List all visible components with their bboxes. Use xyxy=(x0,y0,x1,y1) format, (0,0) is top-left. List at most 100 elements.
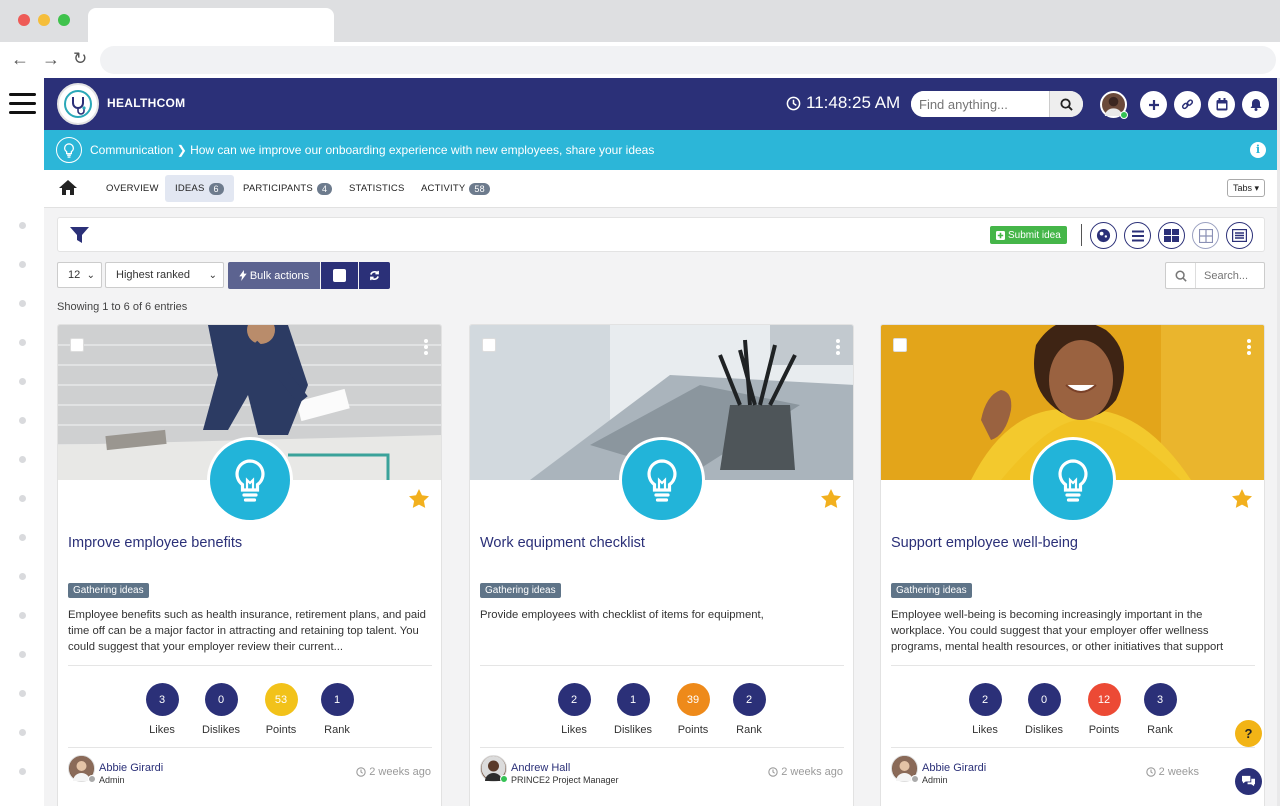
idea-timestamp: 2 weeks xyxy=(1145,766,1199,778)
idea-card[interactable]: Work equipment checklist Gathering ideas… xyxy=(469,324,854,806)
sidebar-item[interactable] xyxy=(19,534,26,541)
sidebar-item[interactable] xyxy=(19,417,26,424)
author-name[interactable]: Andrew Hall xyxy=(511,762,570,774)
minimize-window-button[interactable] xyxy=(38,14,50,26)
presence-dot xyxy=(911,775,919,783)
select-all-checkbox[interactable] xyxy=(321,262,358,289)
divider xyxy=(68,747,432,748)
bulk-actions-button[interactable]: Bulk actions xyxy=(228,262,320,289)
sidebar-item[interactable] xyxy=(19,339,26,346)
sidebar-item[interactable] xyxy=(19,768,26,775)
idea-card[interactable]: Support employee well-being Gathering id… xyxy=(880,324,1265,806)
forward-arrow-icon[interactable]: → xyxy=(42,49,60,70)
browser-tab[interactable] xyxy=(88,8,334,42)
sidebar-item[interactable] xyxy=(19,573,26,580)
healthcom-logo[interactable] xyxy=(57,83,99,125)
info-icon[interactable]: i xyxy=(1250,142,1266,158)
sidebar-item[interactable] xyxy=(19,495,26,502)
likes-stat[interactable]: 2 Likes xyxy=(544,683,604,736)
tab-activity[interactable]: ACTIVITY 58 xyxy=(411,175,500,202)
sidebar-item[interactable] xyxy=(19,651,26,658)
page-size-select[interactable]: 12 ⌄ xyxy=(57,262,102,288)
entries-count: Showing 1 to 6 of 6 entries xyxy=(57,301,188,313)
grid-view-button[interactable] xyxy=(1192,222,1219,249)
dislikes-stat[interactable]: 1 Dislikes xyxy=(603,683,663,736)
home-icon[interactable] xyxy=(58,179,78,201)
rank-stat: 3 Rank xyxy=(1130,683,1190,736)
hamburger-menu-icon[interactable] xyxy=(9,93,36,120)
clock-icon xyxy=(786,96,801,110)
card-select-checkbox[interactable] xyxy=(893,338,907,352)
ideas-search-input[interactable] xyxy=(1196,263,1262,288)
sidebar-item[interactable] xyxy=(19,222,26,229)
tabs-dropdown[interactable]: Tabs ▾ xyxy=(1227,179,1265,197)
clock: 11:48:25 AM xyxy=(786,93,900,113)
likes-stat[interactable]: 3 Likes xyxy=(132,683,192,736)
rank-stat: 1 Rank xyxy=(307,683,367,736)
star-icon[interactable] xyxy=(1232,489,1252,513)
card-select-checkbox[interactable] xyxy=(482,338,496,352)
author-name[interactable]: Abbie Girardi xyxy=(99,762,163,774)
presence-dot xyxy=(88,775,96,783)
chevron-down-icon: ⌄ xyxy=(208,269,217,281)
notifications-button[interactable] xyxy=(1242,91,1269,118)
calendar-button[interactable] xyxy=(1208,91,1235,118)
dislikes-stat[interactable]: 0 Dislikes xyxy=(1014,683,1074,736)
author-name[interactable]: Abbie Girardi xyxy=(922,762,986,774)
card-menu-icon[interactable] xyxy=(424,339,428,357)
points-stat: 39 Points xyxy=(663,683,723,736)
grid-large-icon xyxy=(1164,229,1179,242)
tab-overview[interactable]: OVERVIEW xyxy=(96,175,169,202)
address-bar[interactable] xyxy=(100,46,1276,74)
help-button[interactable]: ? xyxy=(1235,720,1262,747)
idea-title[interactable]: Improve employee benefits xyxy=(68,535,242,551)
idea-title[interactable]: Work equipment checklist xyxy=(480,535,645,551)
sidebar-item[interactable] xyxy=(19,612,26,619)
filter-icon[interactable] xyxy=(70,227,89,249)
reload-icon[interactable]: ↻ xyxy=(73,49,87,69)
status-badge: Gathering ideas xyxy=(68,583,149,598)
sidebar-item[interactable] xyxy=(19,729,26,736)
back-arrow-icon[interactable]: ← xyxy=(11,49,29,70)
tab-ideas[interactable]: IDEAS 6 xyxy=(165,175,234,202)
star-icon[interactable] xyxy=(821,489,841,513)
search-icon[interactable] xyxy=(1166,263,1196,288)
tab-participants[interactable]: PARTICIPANTS 4 xyxy=(233,175,342,202)
submit-idea-button[interactable]: Submit idea xyxy=(990,226,1067,244)
card-menu-icon[interactable] xyxy=(1247,339,1251,357)
bubble-view-button[interactable] xyxy=(1090,222,1117,249)
star-icon[interactable] xyxy=(409,489,429,513)
sort-select[interactable]: Highest ranked ⌄ xyxy=(105,262,224,288)
sidebar-item[interactable] xyxy=(19,690,26,697)
bell-icon xyxy=(1250,99,1261,111)
sidebar-item[interactable] xyxy=(19,456,26,463)
card-menu-icon[interactable] xyxy=(836,339,840,357)
card-view-button[interactable] xyxy=(1158,222,1185,249)
tab-statistics[interactable]: STATISTICS xyxy=(339,175,414,202)
idea-card[interactable]: Improve employee benefits Gathering idea… xyxy=(57,324,442,806)
chat-button[interactable] xyxy=(1235,768,1262,795)
dislikes-stat[interactable]: 0 Dislikes xyxy=(191,683,251,736)
clock-icon xyxy=(1145,767,1156,777)
card-select-checkbox[interactable] xyxy=(70,338,84,352)
sidebar-item[interactable] xyxy=(19,300,26,307)
divider xyxy=(480,665,844,666)
divider xyxy=(1081,224,1082,246)
sidebar-item[interactable] xyxy=(19,261,26,268)
clock-icon xyxy=(768,767,778,777)
list-view-button[interactable] xyxy=(1124,222,1151,249)
idea-title[interactable]: Support employee well-being xyxy=(891,535,1078,551)
likes-stat[interactable]: 2 Likes xyxy=(955,683,1015,736)
close-window-button[interactable] xyxy=(18,14,30,26)
search-icon xyxy=(1060,97,1073,111)
search-button[interactable] xyxy=(1049,91,1083,117)
refresh-button[interactable] xyxy=(359,262,390,289)
add-button[interactable] xyxy=(1140,91,1167,118)
author-role: Admin xyxy=(99,775,125,785)
table-view-button[interactable] xyxy=(1226,222,1253,249)
banner-breadcrumb[interactable]: Communication ❯ How can we improve our o… xyxy=(90,143,654,157)
maximize-window-button[interactable] xyxy=(58,14,70,26)
links-button[interactable] xyxy=(1174,91,1201,118)
sidebar-item[interactable] xyxy=(19,378,26,385)
global-search-input[interactable] xyxy=(911,91,1049,117)
